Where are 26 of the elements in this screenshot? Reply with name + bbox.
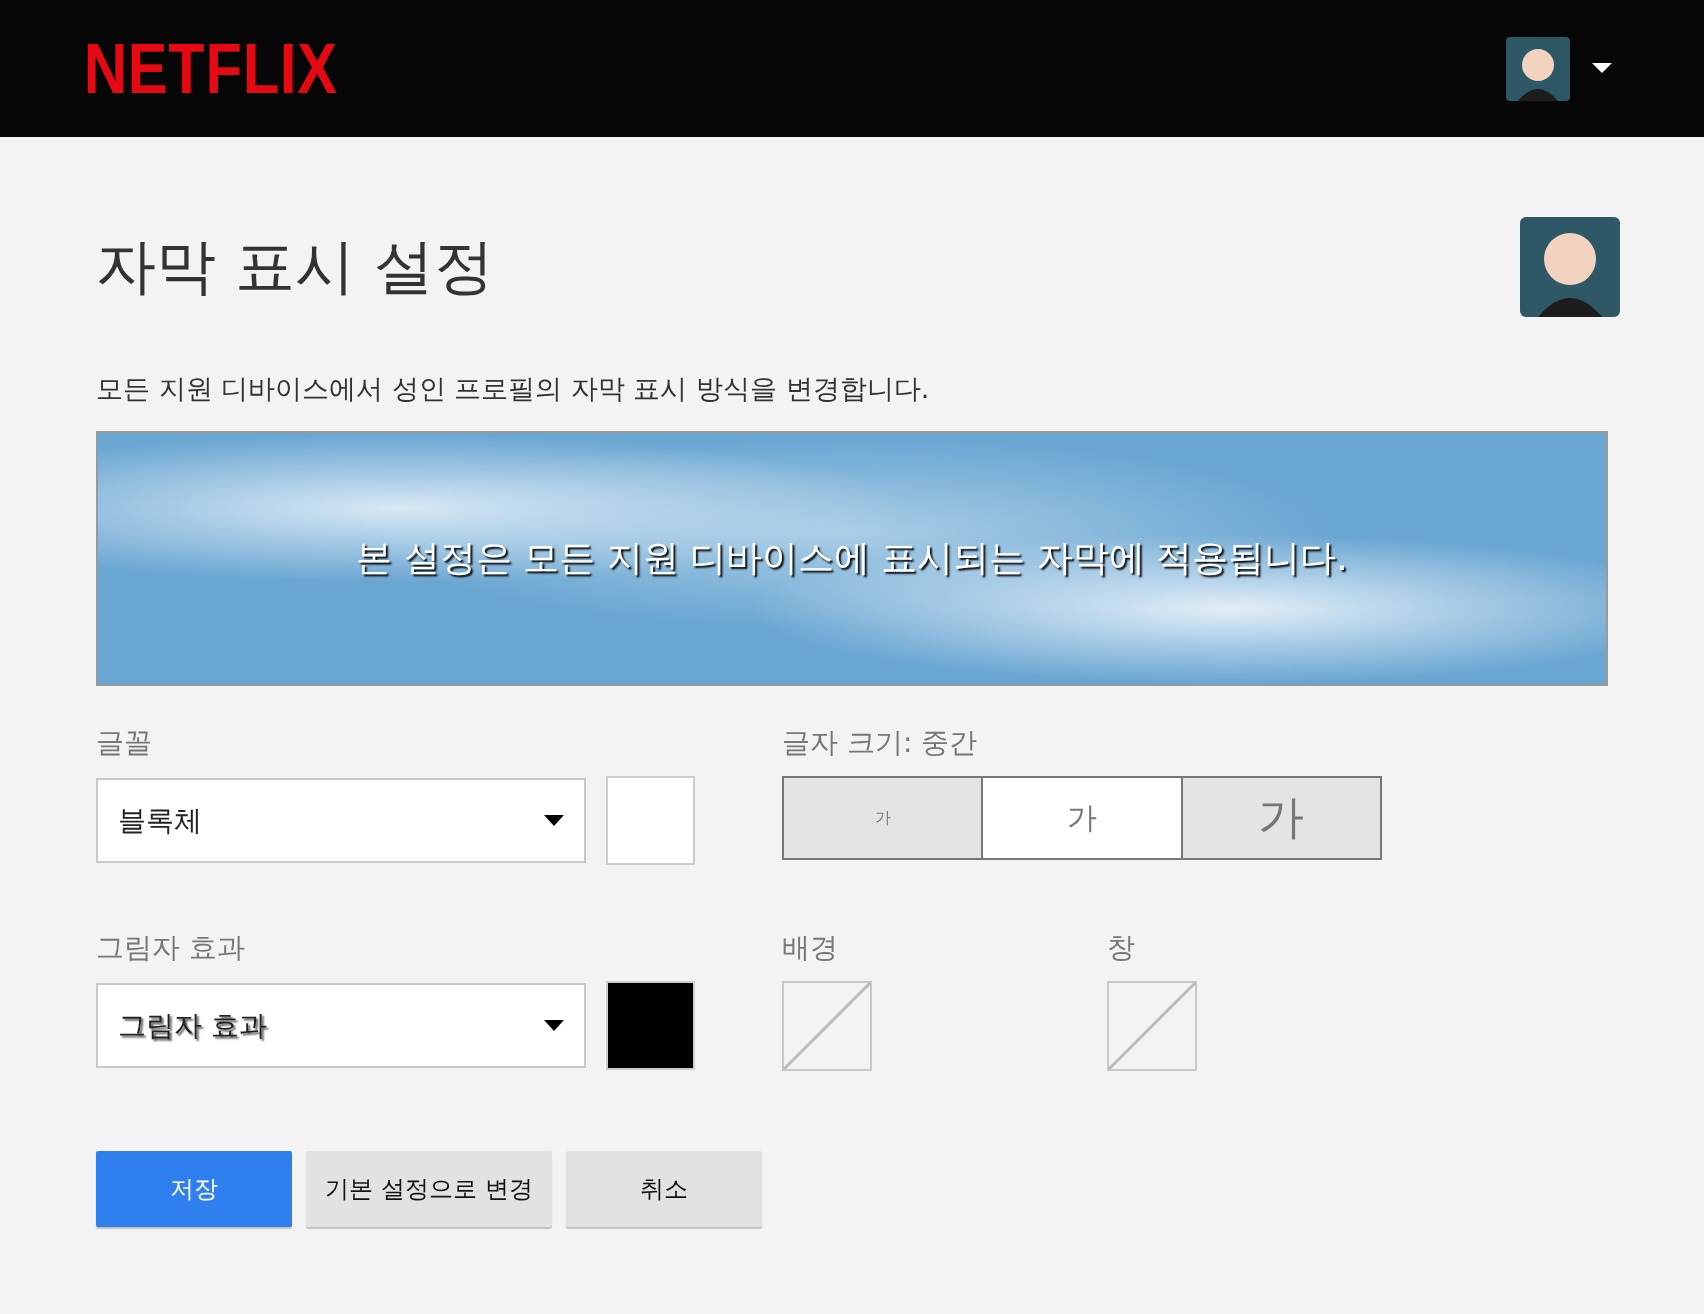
size-option[interactable]: 가: [983, 778, 1183, 858]
shadow-dropdown[interactable]: 그림자 효과: [96, 983, 586, 1068]
text-size-label: 글자 크기: 중간: [782, 725, 979, 761]
dropdown-arrow-icon: [544, 1019, 564, 1032]
no-color-swatch[interactable]: [782, 981, 872, 1071]
size-option[interactable]: 가: [1182, 778, 1380, 858]
caret-icon[interactable]: [1592, 62, 1612, 75]
netflix-logo[interactable]: NETFLIX: [84, 28, 338, 109]
font-label: 글꼴: [96, 725, 153, 761]
dropdown-arrow-icon: [544, 814, 564, 827]
window-label: 창: [1107, 930, 1136, 966]
page-title: 자막 표시 설정: [96, 229, 495, 303]
preview-caption: 본 설정은 모든 지원 디바이스에 표시되는 자막에 적용됩니다.: [356, 536, 1348, 580]
avatar-icon: [1520, 217, 1620, 317]
font-dropdown[interactable]: 블록체: [96, 778, 586, 863]
action-button[interactable]: 기본 설정으로 변경: [306, 1151, 552, 1227]
shadow-color-swatch[interactable]: [606, 981, 695, 1070]
no-color-swatch[interactable]: [1107, 981, 1197, 1071]
size-option[interactable]: 가: [784, 778, 984, 858]
description-text: 모든 지원 디바이스에서 성인 프로필의 자막 표시 방식을 변경합니다.: [96, 372, 931, 406]
background-label: 배경: [782, 930, 839, 966]
font-color-swatch[interactable]: [606, 776, 695, 865]
shadow-label: 그림자 효과: [96, 930, 246, 966]
action-button[interactable]: 취소: [566, 1151, 762, 1227]
save-button[interactable]: 저장: [96, 1151, 292, 1227]
avatar-icon[interactable]: [1506, 36, 1570, 101]
